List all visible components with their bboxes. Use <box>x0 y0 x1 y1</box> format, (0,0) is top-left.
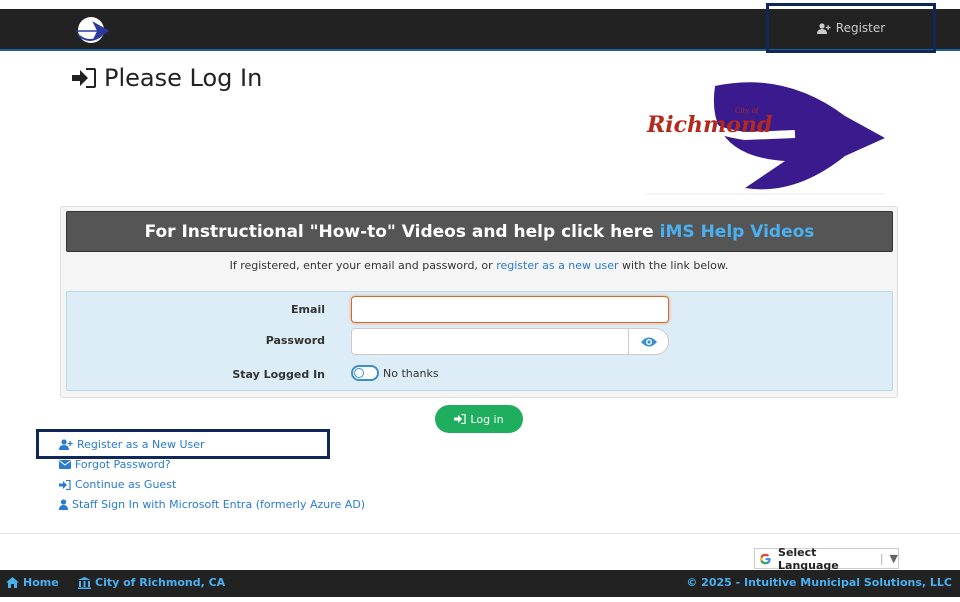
login-button-label: Log in <box>470 412 504 426</box>
login-panel: For Instructional "How-to" Videos and he… <box>60 206 898 398</box>
page-title-text: Please Log In <box>104 64 263 92</box>
language-select[interactable]: Select Language | ▼ <box>754 545 899 572</box>
forgot-password-link[interactable]: Forgot Password? <box>59 458 171 471</box>
language-select-separator: | <box>879 552 884 565</box>
login-instructions: If registered, enter your email and pass… <box>61 259 897 272</box>
register-inline-link[interactable]: register as a new user <box>496 259 618 272</box>
password-label: Password <box>265 334 325 347</box>
stay-logged-in-toggle[interactable] <box>351 365 379 381</box>
city-logo-icon[interactable] <box>70 15 112 45</box>
sign-in-icon <box>454 414 467 424</box>
caret-down-icon: ▼ <box>889 552 898 565</box>
continue-as-guest-link[interactable]: Continue as Guest <box>59 478 176 491</box>
help-videos-banner: For Instructional "How-to" Videos and he… <box>66 211 893 252</box>
sign-in-icon <box>59 479 71 490</box>
staff-sign-in-label: Staff Sign In with Microsoft Entra (form… <box>72 498 366 511</box>
footer-city-label: City of Richmond, CA <box>95 576 226 589</box>
richmond-logo: City of Richmond <box>645 81 885 195</box>
email-label: Email <box>291 303 325 316</box>
stay-logged-in-value: No thanks <box>383 367 439 380</box>
google-g-icon <box>760 553 771 564</box>
footer-home-label: Home <box>23 576 59 589</box>
toggle-knob <box>354 368 364 378</box>
sign-in-icon <box>72 68 96 88</box>
footer-bar: Home City of Richmond, CA © 2025 - Intui… <box>0 570 960 597</box>
user-plus-icon <box>59 439 73 450</box>
footer-home-link[interactable]: Home <box>6 576 59 589</box>
stay-logged-in-label: Stay Logged In <box>232 368 325 381</box>
eye-icon <box>640 337 657 346</box>
logo-city-name: Richmond <box>646 112 772 138</box>
institution-icon <box>78 576 91 589</box>
login-form: Email Password Stay Logged In No thanks <box>66 291 893 391</box>
language-select-label: Select Language <box>778 545 839 572</box>
banner-text: For Instructional "How-to" Videos and he… <box>144 221 654 242</box>
footer-divider <box>0 533 960 534</box>
instructions-before: If registered, enter your email and pass… <box>229 259 493 272</box>
envelope-icon <box>59 460 71 469</box>
footer-copyright: © 2025 - Intuitive Municipal Solutions, … <box>686 576 952 589</box>
register-new-user-label: Register as a New User <box>77 438 205 451</box>
register-nav-button[interactable]: Register <box>766 3 936 53</box>
register-new-user-link[interactable]: Register as a New User <box>59 438 205 451</box>
continue-as-guest-label: Continue as Guest <box>75 478 177 491</box>
password-field[interactable] <box>351 328 629 355</box>
instructions-after: with the link below. <box>622 259 729 272</box>
footer-city-link[interactable]: City of Richmond, CA <box>78 576 225 589</box>
show-password-button[interactable] <box>628 328 669 355</box>
user-icon <box>59 499 68 510</box>
user-plus-icon <box>816 22 831 34</box>
home-icon <box>6 577 19 588</box>
help-videos-link[interactable]: iMS Help Videos <box>660 222 815 242</box>
forgot-password-label: Forgot Password? <box>75 458 171 471</box>
email-field[interactable] <box>351 296 669 323</box>
login-button[interactable]: Log in <box>435 405 523 433</box>
page-title: Please Log In <box>72 64 262 92</box>
staff-sign-in-link[interactable]: Staff Sign In with Microsoft Entra (form… <box>59 498 365 511</box>
register-nav-label: Register <box>835 21 886 35</box>
